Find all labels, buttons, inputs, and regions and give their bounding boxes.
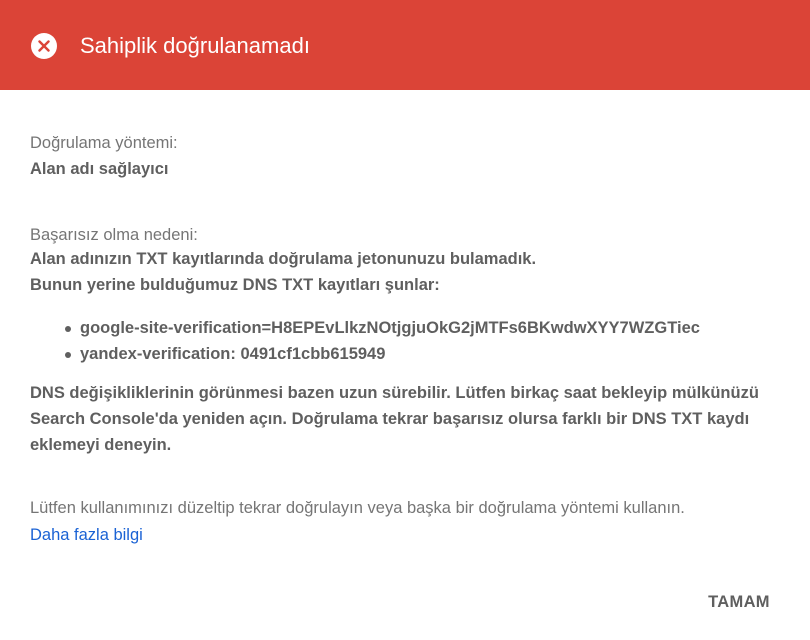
ok-button[interactable]: TAMAM <box>696 584 782 620</box>
dialog-header: Sahiplik doğrulanamadı <box>0 0 810 90</box>
bullet-icon <box>65 326 71 332</box>
learn-more-link[interactable]: Daha fazla bilgi <box>30 526 143 545</box>
bullet-icon <box>65 352 71 358</box>
failure-reason-label: Başarısız olma nedeni: <box>30 226 198 244</box>
failure-reason-line-2: Bunun yerine bulduğumuz DNS TXT kayıtlar… <box>30 276 440 294</box>
method-value: Alan adı sağlayıcı <box>30 160 169 178</box>
method-label: Doğrulama yöntemi: <box>30 134 178 152</box>
footer-note: Lütfen kullanımınızı düzeltip tekrar doğ… <box>30 499 685 517</box>
list-item: google-site-verification=H8EPEvLlkzNOtjg… <box>65 315 700 341</box>
dns-record-text: yandex-verification: 0491cf1cbb615949 <box>80 345 386 363</box>
advice-paragraph: DNS değişikliklerinin görünmesi bazen uz… <box>30 384 759 454</box>
dns-records-list: google-site-verification=H8EPEvLlkzNOtjg… <box>65 315 700 367</box>
verification-failed-dialog: Sahiplik doğrulanamadı Doğrulama yöntemi… <box>0 0 810 640</box>
dns-record-text: google-site-verification=H8EPEvLlkzNOtjg… <box>80 319 700 337</box>
dialog-title: Sahiplik doğrulanamadı <box>80 33 310 58</box>
close-circle-icon <box>31 33 57 59</box>
failure-reason-line-1: Alan adınızın TXT kayıtlarında doğrulama… <box>30 250 537 268</box>
list-item: yandex-verification: 0491cf1cbb615949 <box>65 341 700 367</box>
